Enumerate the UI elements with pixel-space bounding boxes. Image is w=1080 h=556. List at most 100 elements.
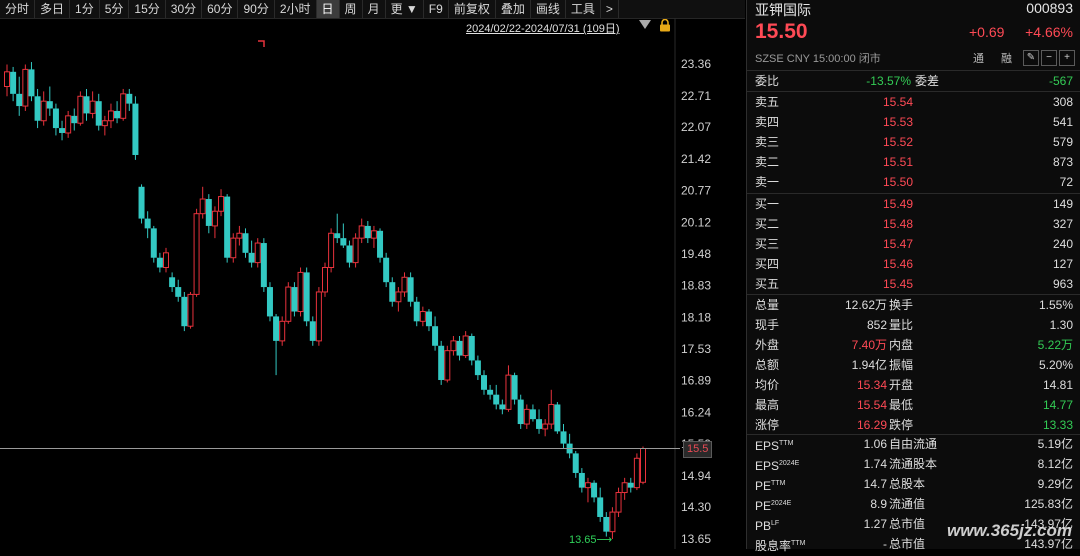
stat-value: 7.40万 bbox=[851, 338, 887, 352]
y-tick-label: 21.42 bbox=[681, 152, 711, 166]
toolbar-item[interactable]: 30分 bbox=[166, 0, 203, 18]
toolbar-item[interactable]: 60分 bbox=[202, 0, 239, 18]
level-volume: 308 bbox=[1052, 95, 1073, 109]
toolbar-item[interactable]: 90分 bbox=[238, 0, 275, 18]
y-tick-label: 16.89 bbox=[681, 374, 711, 388]
plus-icon[interactable]: + bbox=[1059, 50, 1075, 66]
level-label: 卖二 bbox=[755, 155, 780, 169]
ask-row[interactable]: 卖二 15.51 873 bbox=[747, 152, 1080, 172]
level-volume: 963 bbox=[1052, 277, 1073, 291]
ask-row[interactable]: 卖三 15.52 579 bbox=[747, 132, 1080, 152]
candle-body-up bbox=[89, 100, 96, 114]
fundamental-value: 14.7 bbox=[863, 477, 887, 491]
candle-body-down bbox=[474, 360, 481, 376]
stat-row: 均价 15.34 开盘 14.81 bbox=[747, 375, 1080, 395]
candle-body-down bbox=[389, 282, 396, 302]
level-price: 15.48 bbox=[882, 217, 913, 231]
stat-value: 5.20% bbox=[1038, 358, 1073, 372]
stat-row: 外盘 7.40万 内盘 5.22万 bbox=[747, 335, 1080, 355]
candle-body-up bbox=[542, 423, 549, 430]
stat-label: 最高 bbox=[755, 398, 780, 412]
level-label: 买二 bbox=[755, 217, 780, 231]
candle-body-down bbox=[432, 326, 439, 346]
level-price: 15.51 bbox=[882, 155, 913, 169]
bid-row[interactable]: 买一 15.49 149 bbox=[747, 194, 1080, 214]
exchange: SZSE bbox=[755, 53, 784, 65]
bid-row[interactable]: 买四 15.46 127 bbox=[747, 254, 1080, 274]
level-price: 15.54 bbox=[882, 95, 913, 109]
candle-body-down bbox=[16, 93, 23, 107]
candle-body-down bbox=[59, 128, 66, 133]
committee-row: 委比 -13.57% 委差 -567 bbox=[747, 71, 1080, 91]
ask-row[interactable]: 卖一 15.50 72 bbox=[747, 172, 1080, 192]
candle-body-up bbox=[120, 93, 127, 119]
stock-code: 000893 bbox=[1026, 0, 1073, 16]
fundamental-label: 总市值 bbox=[889, 537, 926, 551]
candle-body-up bbox=[621, 482, 628, 494]
candle-body-down bbox=[248, 252, 255, 263]
candle-body-down bbox=[438, 345, 445, 381]
tag-tong: 通 bbox=[973, 53, 984, 65]
toolbar-item[interactable]: 分时 bbox=[0, 0, 36, 18]
candle-body-down bbox=[71, 115, 78, 124]
level-volume: 127 bbox=[1052, 257, 1073, 271]
toolbar-item[interactable]: 15分 bbox=[129, 0, 166, 18]
candle-body-up bbox=[444, 350, 451, 381]
candle-body-up bbox=[77, 95, 84, 124]
candle-body-down bbox=[597, 497, 604, 517]
candle-body-up bbox=[236, 232, 243, 239]
stat-value: 14.77 bbox=[1042, 398, 1073, 412]
fundamental-label: PETTM bbox=[755, 479, 786, 493]
fundamental-row: PETTM 14.7 总股本 9.29亿 bbox=[747, 474, 1080, 494]
y-tick-label: 18.83 bbox=[681, 279, 711, 293]
candle-body-up bbox=[218, 196, 225, 212]
market-info: SZSE CNY 15:00:00 闭市 bbox=[755, 50, 881, 66]
last-price: 15.50 bbox=[755, 20, 808, 43]
candle-body-down bbox=[554, 404, 561, 432]
fundamental-value: 5.19亿 bbox=[1037, 437, 1073, 451]
toolbar-item[interactable]: 多日 bbox=[35, 0, 71, 18]
y-tick-label: 16.24 bbox=[681, 405, 711, 419]
stat-value: 5.22万 bbox=[1037, 338, 1073, 352]
candle-body-down bbox=[572, 453, 579, 473]
edit-icon[interactable]: ✎ bbox=[1023, 50, 1039, 66]
price-change: +0.69 bbox=[969, 24, 1005, 40]
bid-row[interactable]: 买三 15.47 240 bbox=[747, 234, 1080, 254]
candle-body-up bbox=[450, 340, 457, 352]
bid-row[interactable]: 买二 15.48 327 bbox=[747, 214, 1080, 234]
y-tick-label: 20.12 bbox=[681, 215, 711, 229]
toolbar-item[interactable]: 叠加 bbox=[496, 0, 531, 18]
candlestick-chart[interactable]: 23.36 22.71 22.07 21.42 20.77 20.12 19.48 18.83… bbox=[0, 18, 745, 549]
candle-body-down bbox=[499, 404, 506, 410]
candle-body-up bbox=[640, 448, 646, 483]
toolbar-item[interactable]: 前复权 bbox=[449, 0, 496, 18]
minus-icon[interactable]: − bbox=[1041, 50, 1057, 66]
level-price: 15.50 bbox=[882, 175, 913, 189]
ask-row[interactable]: 卖四 15.53 541 bbox=[747, 112, 1080, 132]
price-change-pct: +4.66% bbox=[1025, 24, 1073, 40]
toolbar-item[interactable]: 月 bbox=[363, 0, 386, 18]
stat-label: 振幅 bbox=[889, 358, 914, 372]
stat-value: 16.29 bbox=[856, 418, 887, 432]
toolbar-item[interactable]: F9 bbox=[424, 0, 449, 18]
stat-label: 量比 bbox=[889, 318, 914, 332]
ask-row[interactable]: 卖五 15.54 308 bbox=[747, 92, 1080, 112]
committee-diff-label: 委差 bbox=[915, 74, 940, 88]
level-volume: 72 bbox=[1059, 175, 1073, 189]
candle-body-down bbox=[132, 103, 139, 155]
toolbar-item[interactable]: 更 ▼ bbox=[386, 0, 424, 18]
toolbar-item[interactable]: 2小时 bbox=[275, 0, 317, 18]
level-label: 卖三 bbox=[755, 135, 780, 149]
toolbar-item[interactable]: 5分 bbox=[100, 0, 130, 18]
toolbar-item[interactable]: 画线 bbox=[531, 0, 566, 18]
candle-body-down bbox=[46, 101, 53, 109]
toolbar-item[interactable]: 1分 bbox=[70, 0, 100, 18]
toolbar-item[interactable]: 工具 bbox=[566, 0, 601, 18]
candle-body-up bbox=[523, 408, 530, 425]
stat-value: 1.30 bbox=[1049, 318, 1073, 332]
candle-body-up bbox=[107, 110, 114, 122]
toolbar-item[interactable]: 周 bbox=[340, 0, 363, 18]
toolbar-item[interactable]: > bbox=[601, 0, 619, 18]
toolbar-item[interactable]: 日 bbox=[316, 0, 340, 18]
bid-row[interactable]: 买五 15.45 963 bbox=[747, 274, 1080, 294]
